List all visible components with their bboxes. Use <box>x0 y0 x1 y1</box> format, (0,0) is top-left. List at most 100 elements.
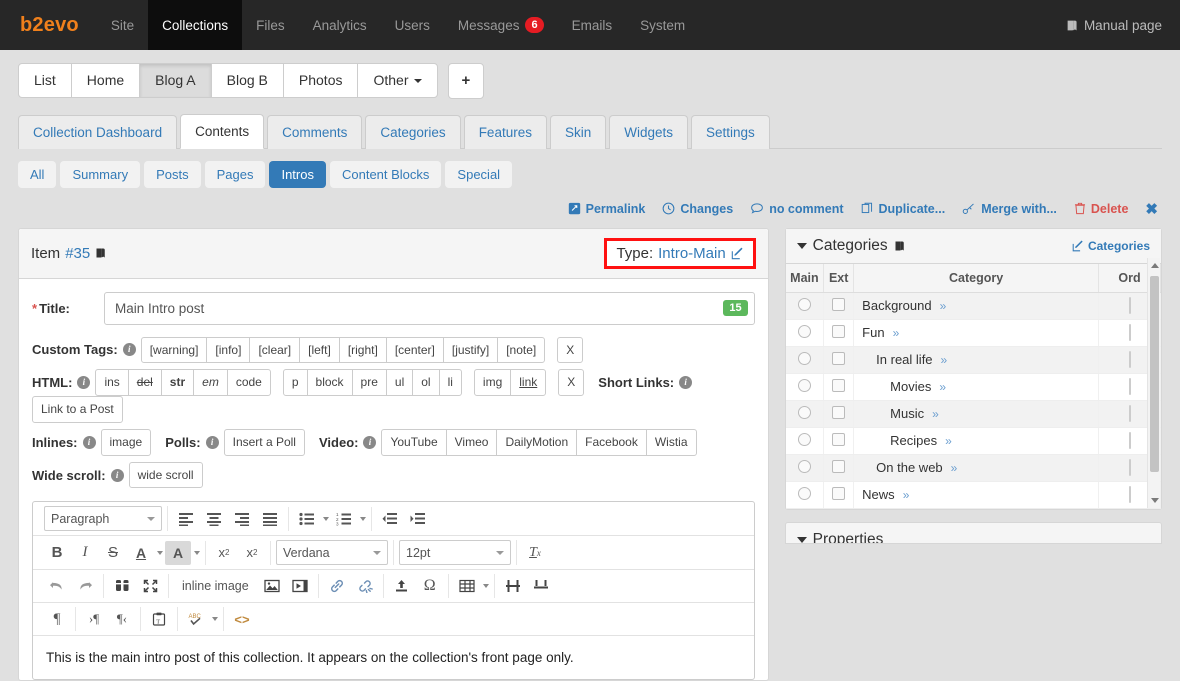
numbered-list-icon[interactable]: 123 <box>331 507 357 531</box>
font-size-select[interactable]: 12pt <box>399 540 511 565</box>
close-action[interactable]: ✖ <box>1145 200 1158 218</box>
collapse-triangle-icon[interactable] <box>797 537 807 543</box>
inline-image-button[interactable]: image <box>101 429 152 456</box>
table-row[interactable]: Recipes» <box>786 427 1161 454</box>
html-img-button[interactable]: img <box>474 369 511 396</box>
title-input[interactable] <box>104 292 755 325</box>
image-icon[interactable] <box>259 574 285 598</box>
source-code-icon[interactable]: <> <box>229 607 255 631</box>
item-type-value[interactable]: Intro-Main <box>658 245 726 262</box>
tag-center-button[interactable]: [center] <box>386 337 444 364</box>
tab-widgets[interactable]: Widgets <box>609 115 688 149</box>
main-radio[interactable] <box>798 298 811 311</box>
tag-left-button[interactable]: [left] <box>299 337 340 364</box>
main-radio[interactable] <box>798 487 811 500</box>
table-row[interactable]: On the web» <box>786 454 1161 481</box>
category-link-chevron[interactable]: » <box>932 407 939 421</box>
paragraph-format-select[interactable]: Paragraph <box>44 506 162 531</box>
bullet-list-chevron-down-icon[interactable] <box>323 517 329 521</box>
insert-a-poll-button[interactable]: Insert a Poll <box>224 429 305 456</box>
italic-icon[interactable]: I <box>72 541 98 565</box>
main-radio-cell[interactable] <box>786 319 824 346</box>
spellcheck-icon[interactable]: ABC <box>183 607 209 631</box>
order-input[interactable] <box>1129 432 1131 449</box>
ext-checkbox-cell[interactable] <box>824 319 854 346</box>
table-row[interactable]: News» <box>786 481 1161 508</box>
order-input[interactable] <box>1129 351 1131 368</box>
info-icon[interactable]: i <box>679 376 692 389</box>
main-radio[interactable] <box>798 433 811 446</box>
main-radio[interactable] <box>798 406 811 419</box>
rtl-icon[interactable]: ¶‹ <box>109 607 135 631</box>
tab-skin[interactable]: Skin <box>550 115 606 149</box>
highlight-color-icon[interactable]: A <box>165 541 191 565</box>
topnav-item-emails[interactable]: Emails <box>558 0 627 50</box>
html-li-button[interactable]: li <box>439 369 462 396</box>
item-number-link[interactable]: #35 <box>65 245 90 262</box>
main-radio-cell[interactable] <box>786 454 824 481</box>
main-radio[interactable] <box>798 379 811 392</box>
align-right-icon[interactable] <box>229 507 255 531</box>
table-row[interactable]: Movies» <box>786 373 1161 400</box>
info-icon[interactable]: i <box>83 436 96 449</box>
link-to-a-post-button[interactable]: Link to a Post <box>32 396 123 423</box>
ext-checkbox[interactable] <box>832 433 845 446</box>
topnav-item-files[interactable]: Files <box>242 0 299 50</box>
category-link-chevron[interactable]: » <box>893 326 900 340</box>
edit-categories-link[interactable]: Categories <box>1072 239 1150 253</box>
numbered-list-chevron-down-icon[interactable] <box>360 517 366 521</box>
custom-tags-clear-button[interactable]: X <box>557 337 583 364</box>
ext-checkbox-cell[interactable] <box>824 400 854 427</box>
table-row[interactable]: Music» <box>786 400 1161 427</box>
media-icon[interactable] <box>287 574 313 598</box>
paragraph-icon[interactable]: ¶ <box>44 607 70 631</box>
unlink-icon[interactable] <box>352 574 378 598</box>
link-icon[interactable] <box>324 574 350 598</box>
order-input[interactable] <box>1129 486 1131 503</box>
topnav-item-collections[interactable]: Collections <box>148 0 242 50</box>
redo-icon[interactable] <box>72 574 98 598</box>
categories-scrollbar[interactable] <box>1147 258 1160 508</box>
ltr-icon[interactable]: ›¶ <box>81 607 107 631</box>
info-icon[interactable]: i <box>77 376 90 389</box>
superscript-icon[interactable]: x2 <box>239 541 265 565</box>
ext-checkbox-cell[interactable] <box>824 427 854 454</box>
merge-with-action[interactable]: Merge with... <box>962 202 1057 216</box>
main-radio-cell[interactable] <box>786 346 824 373</box>
tag-info-button[interactable]: [info] <box>206 337 250 364</box>
filter-summary[interactable]: Summary <box>60 161 140 188</box>
inline-image-insert-button[interactable]: inline image <box>174 579 257 593</box>
collapse-triangle-icon[interactable] <box>797 243 807 249</box>
collection-tab-blog-b[interactable]: Blog B <box>211 63 284 98</box>
html-ol-button[interactable]: ol <box>412 369 439 396</box>
category-link-chevron[interactable]: » <box>940 299 947 313</box>
order-input[interactable] <box>1129 459 1131 476</box>
tab-contents[interactable]: Contents <box>180 114 264 149</box>
tab-categories[interactable]: Categories <box>365 115 460 149</box>
filter-intros[interactable]: Intros <box>269 161 326 188</box>
strikethrough-icon[interactable]: S <box>100 541 126 565</box>
tab-comments[interactable]: Comments <box>267 115 362 149</box>
tag-note-button[interactable]: [note] <box>497 337 545 364</box>
upload-icon[interactable] <box>389 574 415 598</box>
topnav-item-users[interactable]: Users <box>381 0 444 50</box>
filter-pages[interactable]: Pages <box>205 161 266 188</box>
align-center-icon[interactable] <box>201 507 227 531</box>
changes-action[interactable]: Changes <box>662 202 733 216</box>
filter-content-blocks[interactable]: Content Blocks <box>330 161 441 188</box>
align-left-icon[interactable] <box>173 507 199 531</box>
html-ul-button[interactable]: ul <box>386 369 413 396</box>
table-row[interactable]: In real life» <box>786 346 1161 373</box>
category-link-chevron[interactable]: » <box>939 380 946 394</box>
ext-checkbox[interactable] <box>832 379 845 392</box>
tag-right-button[interactable]: [right] <box>339 337 387 364</box>
ext-checkbox[interactable] <box>832 460 845 473</box>
add-collection-button[interactable]: + <box>448 63 485 99</box>
html-block-button[interactable]: block <box>307 369 353 396</box>
main-radio-cell[interactable] <box>786 427 824 454</box>
subscript-icon[interactable]: x2 <box>211 541 237 565</box>
collection-tab-home[interactable]: Home <box>71 63 140 98</box>
html-pre-button[interactable]: pre <box>352 369 387 396</box>
video-vimeo-button[interactable]: Vimeo <box>446 429 498 456</box>
html-code-button[interactable]: code <box>227 369 271 396</box>
